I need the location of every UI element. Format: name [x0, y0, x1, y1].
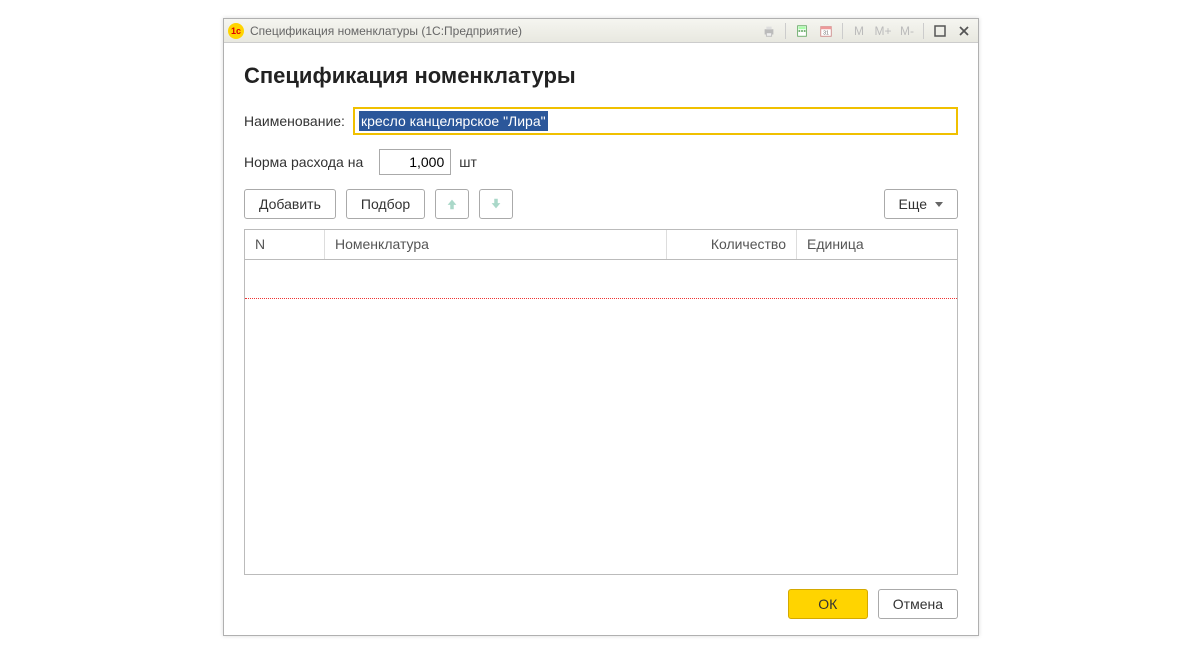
content-area: Спецификация номенклатуры Наименование: …: [224, 43, 978, 635]
svg-text:31: 31: [823, 30, 829, 36]
table-header: N Номенклатура Количество Единица: [245, 230, 957, 260]
titlebar: 1c Спецификация номенклатуры (1С:Предпри…: [224, 19, 978, 43]
col-item[interactable]: Номенклатура: [325, 230, 667, 259]
items-table: N Номенклатура Количество Единица: [244, 229, 958, 575]
print-icon[interactable]: [759, 22, 779, 40]
rate-input[interactable]: [379, 149, 451, 175]
move-up-button[interactable]: [435, 189, 469, 219]
maximize-button[interactable]: [930, 22, 950, 40]
app-logo-icon: 1c: [228, 23, 244, 39]
rate-unit: шт: [459, 154, 477, 170]
table-toolbar: Добавить Подбор Еще: [244, 189, 958, 219]
memory-mplus-button[interactable]: M+: [873, 24, 893, 38]
calculator-icon[interactable]: [792, 22, 812, 40]
name-row: Наименование: кресло канцелярское "Лира": [244, 107, 958, 135]
name-input[interactable]: кресло канцелярское "Лира": [353, 107, 958, 135]
name-input-value: кресло канцелярское "Лира": [359, 111, 548, 131]
close-button[interactable]: [954, 22, 974, 40]
arrow-down-icon: [489, 197, 503, 211]
memory-mminus-button[interactable]: M-: [897, 24, 917, 38]
calendar-icon[interactable]: 31: [816, 22, 836, 40]
more-button[interactable]: Еще: [884, 189, 959, 219]
name-label: Наименование:: [244, 113, 345, 129]
move-down-button[interactable]: [479, 189, 513, 219]
pick-button[interactable]: Подбор: [346, 189, 425, 219]
app-window: 1c Спецификация номенклатуры (1С:Предпри…: [223, 18, 979, 636]
rate-row: Норма расхода на шт: [244, 149, 958, 175]
cancel-button[interactable]: Отмена: [878, 589, 958, 619]
rate-label: Норма расхода на: [244, 154, 363, 170]
insertion-marker: [245, 298, 957, 299]
more-button-label: Еще: [899, 196, 928, 212]
col-unit[interactable]: Единица: [797, 230, 957, 259]
memory-m-button[interactable]: M: [849, 24, 869, 38]
arrow-up-icon: [445, 197, 459, 211]
table-body[interactable]: [245, 260, 957, 574]
col-n[interactable]: N: [245, 230, 325, 259]
chevron-down-icon: [935, 202, 943, 207]
add-button[interactable]: Добавить: [244, 189, 336, 219]
titlebar-tools: 31 M M+ M-: [759, 22, 974, 40]
page-title: Спецификация номенклатуры: [244, 63, 958, 89]
window-title: Спецификация номенклатуры (1С:Предприяти…: [250, 24, 522, 38]
dialog-footer: ОК Отмена: [244, 589, 958, 619]
ok-button[interactable]: ОК: [788, 589, 868, 619]
col-qty[interactable]: Количество: [667, 230, 797, 259]
